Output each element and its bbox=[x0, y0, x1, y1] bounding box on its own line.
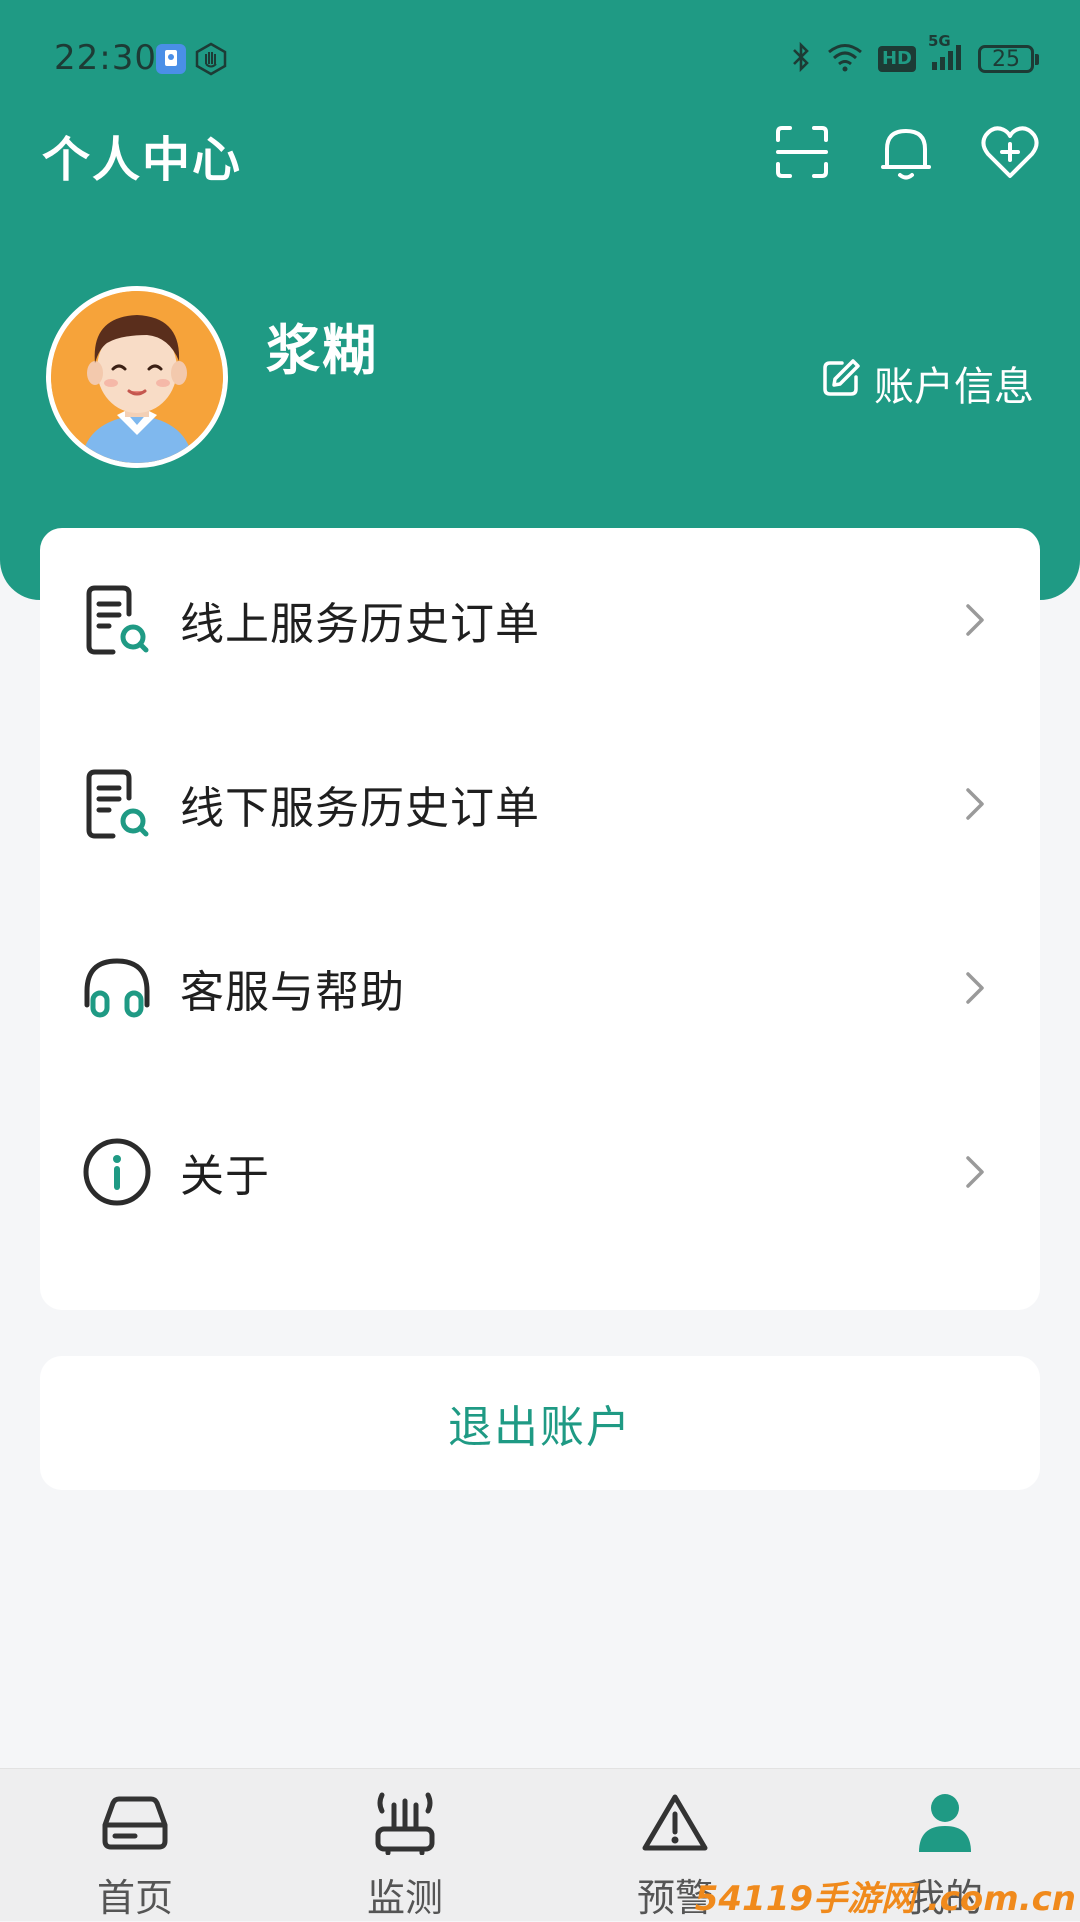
tab-monitor[interactable]: 监测 bbox=[270, 1769, 540, 1921]
profile-icon bbox=[907, 1787, 983, 1859]
order-search-icon bbox=[80, 767, 154, 841]
menu-item-online-orders[interactable]: 线上服务历史订单 bbox=[40, 528, 1040, 712]
tab-label: 首页 bbox=[96, 1876, 173, 1920]
menu-item-label: 线下服务历史订单 bbox=[180, 783, 540, 834]
avatar[interactable] bbox=[46, 286, 228, 468]
bell-icon bbox=[879, 123, 933, 185]
router-icon bbox=[367, 1787, 443, 1859]
chevron-right-icon bbox=[966, 788, 984, 820]
chevron-right-icon bbox=[966, 604, 984, 636]
notifications-button[interactable] bbox=[874, 122, 938, 186]
menu-item-offline-orders[interactable]: 线下服务历史订单 bbox=[40, 712, 1040, 896]
hd-badge: HD bbox=[877, 46, 916, 72]
heart-plus-icon bbox=[980, 124, 1040, 184]
hand-shield-icon bbox=[194, 42, 228, 76]
account-info-label: 账户信息 bbox=[874, 364, 1034, 410]
menu-card: 线上服务历史订单 线下服务历史订单 客服与帮助 关于 bbox=[40, 528, 1040, 1310]
logout-button[interactable]: 退出账户 bbox=[40, 1356, 1040, 1490]
bluetooth-icon bbox=[790, 41, 812, 77]
watermark: 54119手游网 .com.cn bbox=[694, 1879, 1076, 1919]
warning-icon bbox=[637, 1787, 713, 1859]
device-icon bbox=[97, 1787, 173, 1859]
menu-item-label: 关于 bbox=[180, 1151, 270, 1202]
menu-item-label: 线上服务历史订单 bbox=[180, 599, 540, 650]
status-indicators: HD 5G 25 bbox=[790, 32, 1039, 78]
battery-indicator: 25 bbox=[978, 45, 1039, 73]
menu-item-support[interactable]: 客服与帮助 bbox=[40, 896, 1040, 1080]
logout-label: 退出账户 bbox=[448, 1402, 632, 1453]
scan-button[interactable] bbox=[770, 122, 834, 186]
network-type-label: 5G bbox=[928, 32, 951, 50]
scan-icon bbox=[774, 124, 830, 184]
edit-icon bbox=[820, 357, 862, 409]
tab-label: 监测 bbox=[366, 1876, 443, 1920]
favorite-add-button[interactable] bbox=[978, 122, 1042, 186]
headset-icon bbox=[80, 951, 154, 1025]
page-title: 个人中心 bbox=[42, 132, 243, 188]
status-time: 22:30 bbox=[54, 38, 157, 78]
chevron-right-icon bbox=[966, 972, 984, 1004]
cellular-signal-icon: 5G bbox=[928, 32, 964, 76]
app-notification-icon bbox=[154, 42, 188, 76]
chevron-right-icon bbox=[966, 1156, 984, 1188]
menu-item-about[interactable]: 关于 bbox=[40, 1080, 1040, 1264]
profile-header: 22:30 HD 5G 25 个人中心 浆糊 账户信息 bbox=[0, 0, 1080, 600]
info-icon bbox=[80, 1135, 154, 1209]
tab-home[interactable]: 首页 bbox=[0, 1769, 270, 1921]
wifi-icon bbox=[826, 42, 864, 76]
username: 浆糊 bbox=[266, 319, 378, 382]
account-info-button[interactable]: 账户信息 bbox=[820, 354, 1034, 412]
status-bar: 22:30 HD 5G 25 bbox=[0, 0, 1080, 118]
menu-item-label: 客服与帮助 bbox=[180, 967, 405, 1018]
order-search-icon bbox=[80, 583, 154, 657]
